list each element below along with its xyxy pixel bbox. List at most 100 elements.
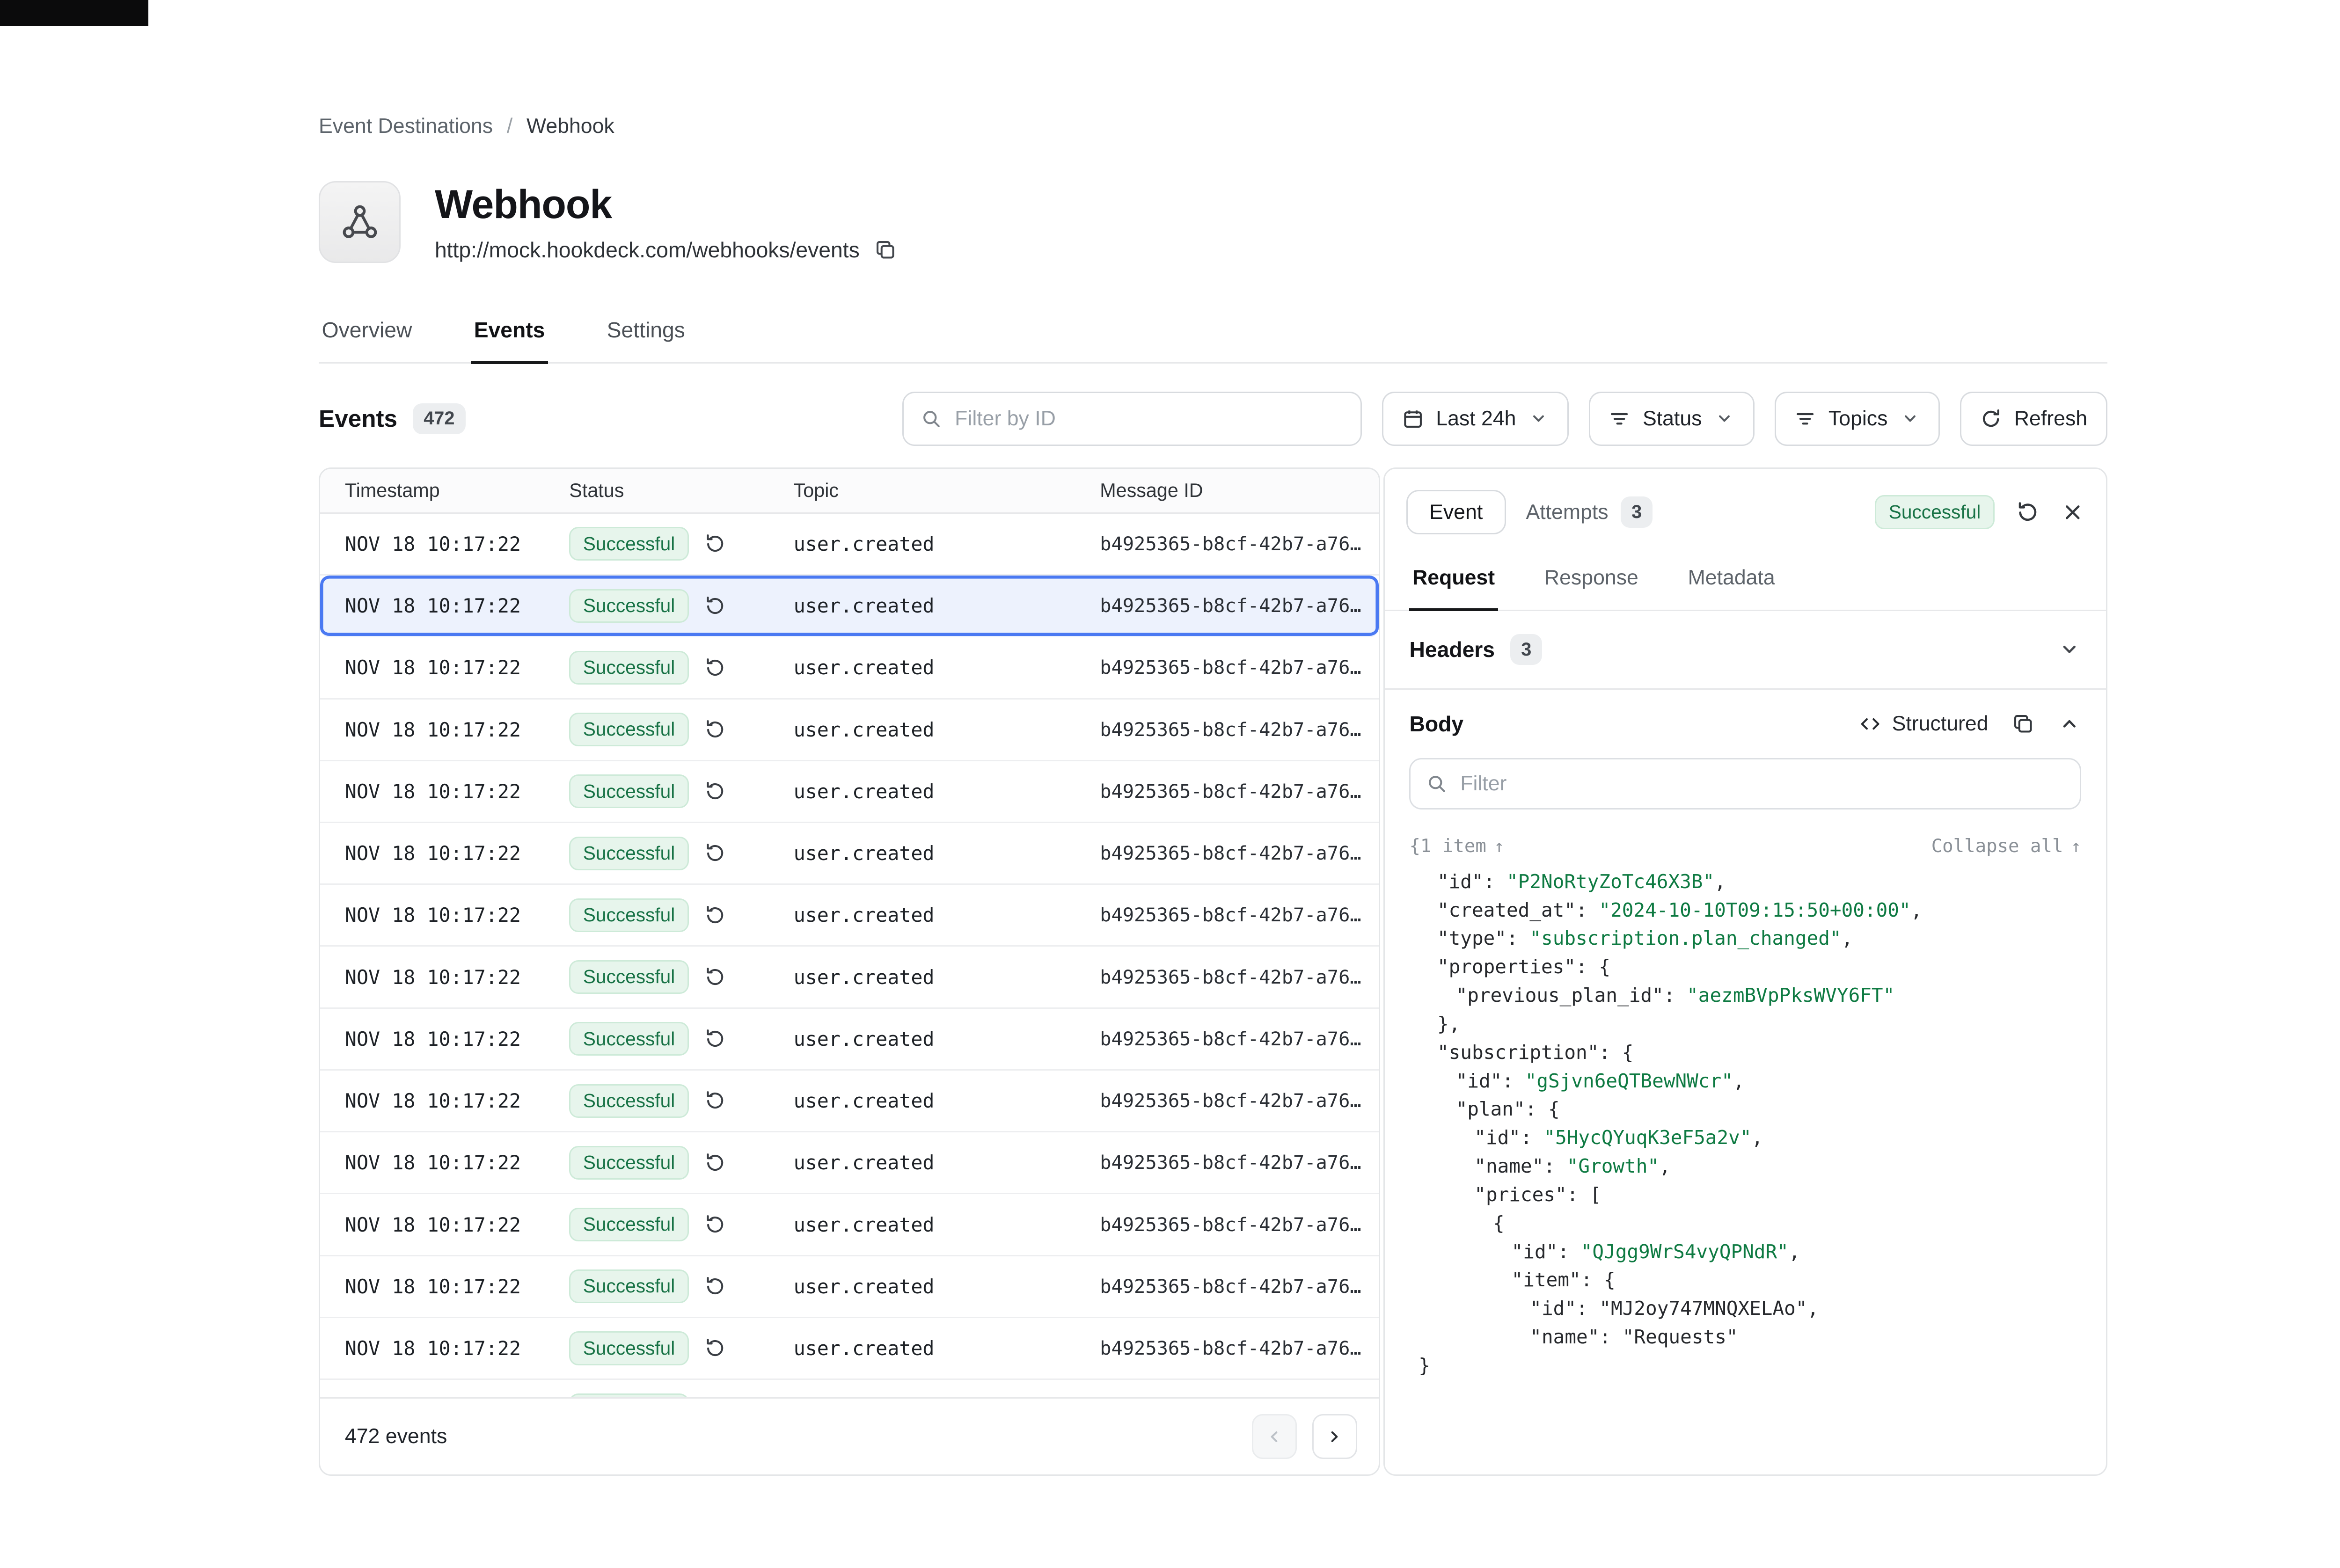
row-status-cell: Successful (569, 713, 793, 746)
filter-by-id-search[interactable] (902, 392, 1362, 446)
search-icon (1426, 773, 1448, 795)
prev-page-button[interactable] (1252, 1414, 1297, 1459)
retry-event-icon[interactable] (704, 780, 726, 802)
webhook-icon-tile (319, 181, 401, 263)
row-status-badge: Successful (569, 1208, 688, 1241)
attempts-label: Attempts (1526, 501, 1608, 524)
row-timestamp: NOV 18 10:17:22 (345, 718, 569, 741)
table-row[interactable]: NOV 18 10:17:22 Successful user.created … (320, 514, 1379, 576)
row-topic: user.created (794, 904, 1100, 926)
refresh-icon (1980, 408, 2002, 430)
subtab-request[interactable]: Request (1409, 552, 1498, 611)
table-row[interactable]: NOV 18 10:17:22 Successful user.created … (320, 700, 1379, 761)
row-topic: user.created (794, 594, 1100, 617)
events-heading: Events (319, 405, 397, 432)
events-heading-group: Events 472 (319, 403, 466, 434)
table-row[interactable]: NOV 18 10:17:22 Successful user.created … (320, 1009, 1379, 1071)
row-status-cell: Successful (569, 1393, 793, 1398)
row-status-badge: Successful (569, 774, 688, 808)
refresh-button[interactable]: Refresh (1960, 392, 2107, 446)
retry-event-icon[interactable] (704, 719, 726, 740)
retry-event-icon[interactable] (704, 1214, 726, 1235)
row-timestamp: NOV 18 10:17:22 (345, 656, 569, 679)
row-status-badge: Successful (569, 1084, 688, 1118)
table-row[interactable]: NOV 18 10:17:22 Successful user.created … (320, 1132, 1379, 1194)
table-row[interactable]: NOV 18 10:17:22 Successful user.created … (320, 1071, 1379, 1132)
structured-view-toggle[interactable]: Structured (1859, 712, 1988, 736)
tab-settings[interactable]: Settings (604, 303, 688, 362)
retry-event-icon[interactable] (704, 595, 726, 617)
detail-status-badge: Successful (1875, 495, 1994, 529)
row-status-badge: Successful (569, 960, 688, 994)
row-topic: user.created (794, 656, 1100, 679)
retry-event-icon[interactable] (704, 657, 726, 678)
tab-overview[interactable]: Overview (319, 303, 415, 362)
row-timestamp: NOV 18 10:17:22 (345, 780, 569, 803)
breadcrumb-event-destinations[interactable]: Event Destinations (319, 115, 493, 138)
json-line: "item": { (1409, 1266, 2081, 1294)
row-status-cell: Successful (569, 837, 793, 870)
webhook-url: http://mock.hookdeck.com/webhooks/events (435, 237, 860, 263)
table-row[interactable]: NOV 18 10:17:22 Successful user.created … (320, 1380, 1379, 1397)
body-chevron-up-icon[interactable] (2058, 712, 2081, 736)
row-status-badge: Successful (569, 651, 688, 685)
table-row[interactable]: NOV 18 10:17:22 Successful user.created … (320, 637, 1379, 699)
headers-section-toggle[interactable]: Headers 3 (1385, 611, 2106, 690)
retry-event-icon[interactable] (704, 1337, 726, 1359)
subtab-metadata[interactable]: Metadata (1685, 552, 1778, 609)
copy-body-icon[interactable] (2011, 712, 2035, 736)
detail-tab-event[interactable]: Event (1406, 490, 1506, 535)
headers-chevron-down-icon[interactable] (2058, 638, 2081, 661)
retry-event-icon[interactable] (704, 904, 726, 926)
table-row[interactable]: NOV 18 10:17:22 Successful user.created … (320, 1256, 1379, 1318)
headers-label: Headers (1409, 637, 1495, 662)
retry-event-icon[interactable] (704, 842, 726, 864)
search-input[interactable] (955, 407, 1343, 430)
row-timestamp: NOV 18 10:17:22 (345, 842, 569, 865)
table-row[interactable]: NOV 18 10:17:22 Successful user.created … (320, 1318, 1379, 1380)
row-topic: user.created (794, 1213, 1100, 1236)
pagination (1252, 1414, 1357, 1459)
item-count-toggle[interactable]: {1 item↑ (1409, 836, 1504, 857)
retry-event-icon[interactable] (704, 1152, 726, 1174)
tab-events[interactable]: Events (471, 303, 548, 364)
row-topic: user.created (794, 532, 1100, 555)
body-filter-input[interactable] (1460, 772, 2064, 795)
row-topic: user.created (794, 966, 1100, 989)
body-section: Body Structured (1385, 690, 2106, 1475)
chevron-down-icon (1900, 408, 1920, 429)
body-tools: Structured (1859, 712, 2081, 736)
calendar-icon (1402, 408, 1424, 430)
row-message-id: b4925365-b8cf-42b7-a76… (1100, 533, 1379, 555)
row-topic: user.created (794, 1337, 1100, 1360)
status-filter-button[interactable]: Status (1589, 392, 1755, 446)
row-message-id: b4925365-b8cf-42b7-a76… (1100, 1214, 1379, 1236)
topics-filter-button[interactable]: Topics (1775, 392, 1940, 446)
retry-event-icon[interactable] (704, 533, 726, 554)
row-timestamp: NOV 18 10:17:22 (345, 1213, 569, 1236)
row-timestamp: NOV 18 10:17:22 (345, 1028, 569, 1050)
subtab-response[interactable]: Response (1541, 552, 1641, 609)
row-status-badge: Successful (569, 1393, 688, 1398)
retry-event-icon[interactable] (704, 1090, 726, 1111)
next-page-button[interactable] (1312, 1414, 1357, 1459)
table-row[interactable]: NOV 18 10:17:22 Successful user.created … (320, 1194, 1379, 1256)
table-row[interactable]: NOV 18 10:17:22 Successful user.created … (320, 576, 1379, 637)
body-filter[interactable] (1409, 758, 2081, 809)
close-panel-icon[interactable] (2061, 501, 2084, 524)
time-range-button[interactable]: Last 24h (1382, 392, 1569, 446)
detail-tab-attempts[interactable]: Attempts 3 (1509, 488, 1670, 537)
table-row[interactable]: NOV 18 10:17:22 Successful user.created … (320, 761, 1379, 823)
json-line: "plan": { (1409, 1095, 2081, 1123)
breadcrumb-webhook[interactable]: Webhook (526, 115, 614, 138)
retry-event-icon[interactable] (2016, 501, 2040, 524)
collapse-all-button[interactable]: Collapse all↑ (1931, 836, 2081, 857)
retry-event-icon[interactable] (704, 1028, 726, 1050)
table-row[interactable]: NOV 18 10:17:22 Successful user.created … (320, 947, 1379, 1008)
json-line: } (1409, 1351, 2081, 1380)
table-row[interactable]: NOV 18 10:17:22 Successful user.created … (320, 823, 1379, 885)
retry-event-icon[interactable] (704, 966, 726, 988)
retry-event-icon[interactable] (704, 1276, 726, 1297)
table-row[interactable]: NOV 18 10:17:22 Successful user.created … (320, 885, 1379, 947)
copy-url-icon[interactable] (874, 238, 897, 262)
